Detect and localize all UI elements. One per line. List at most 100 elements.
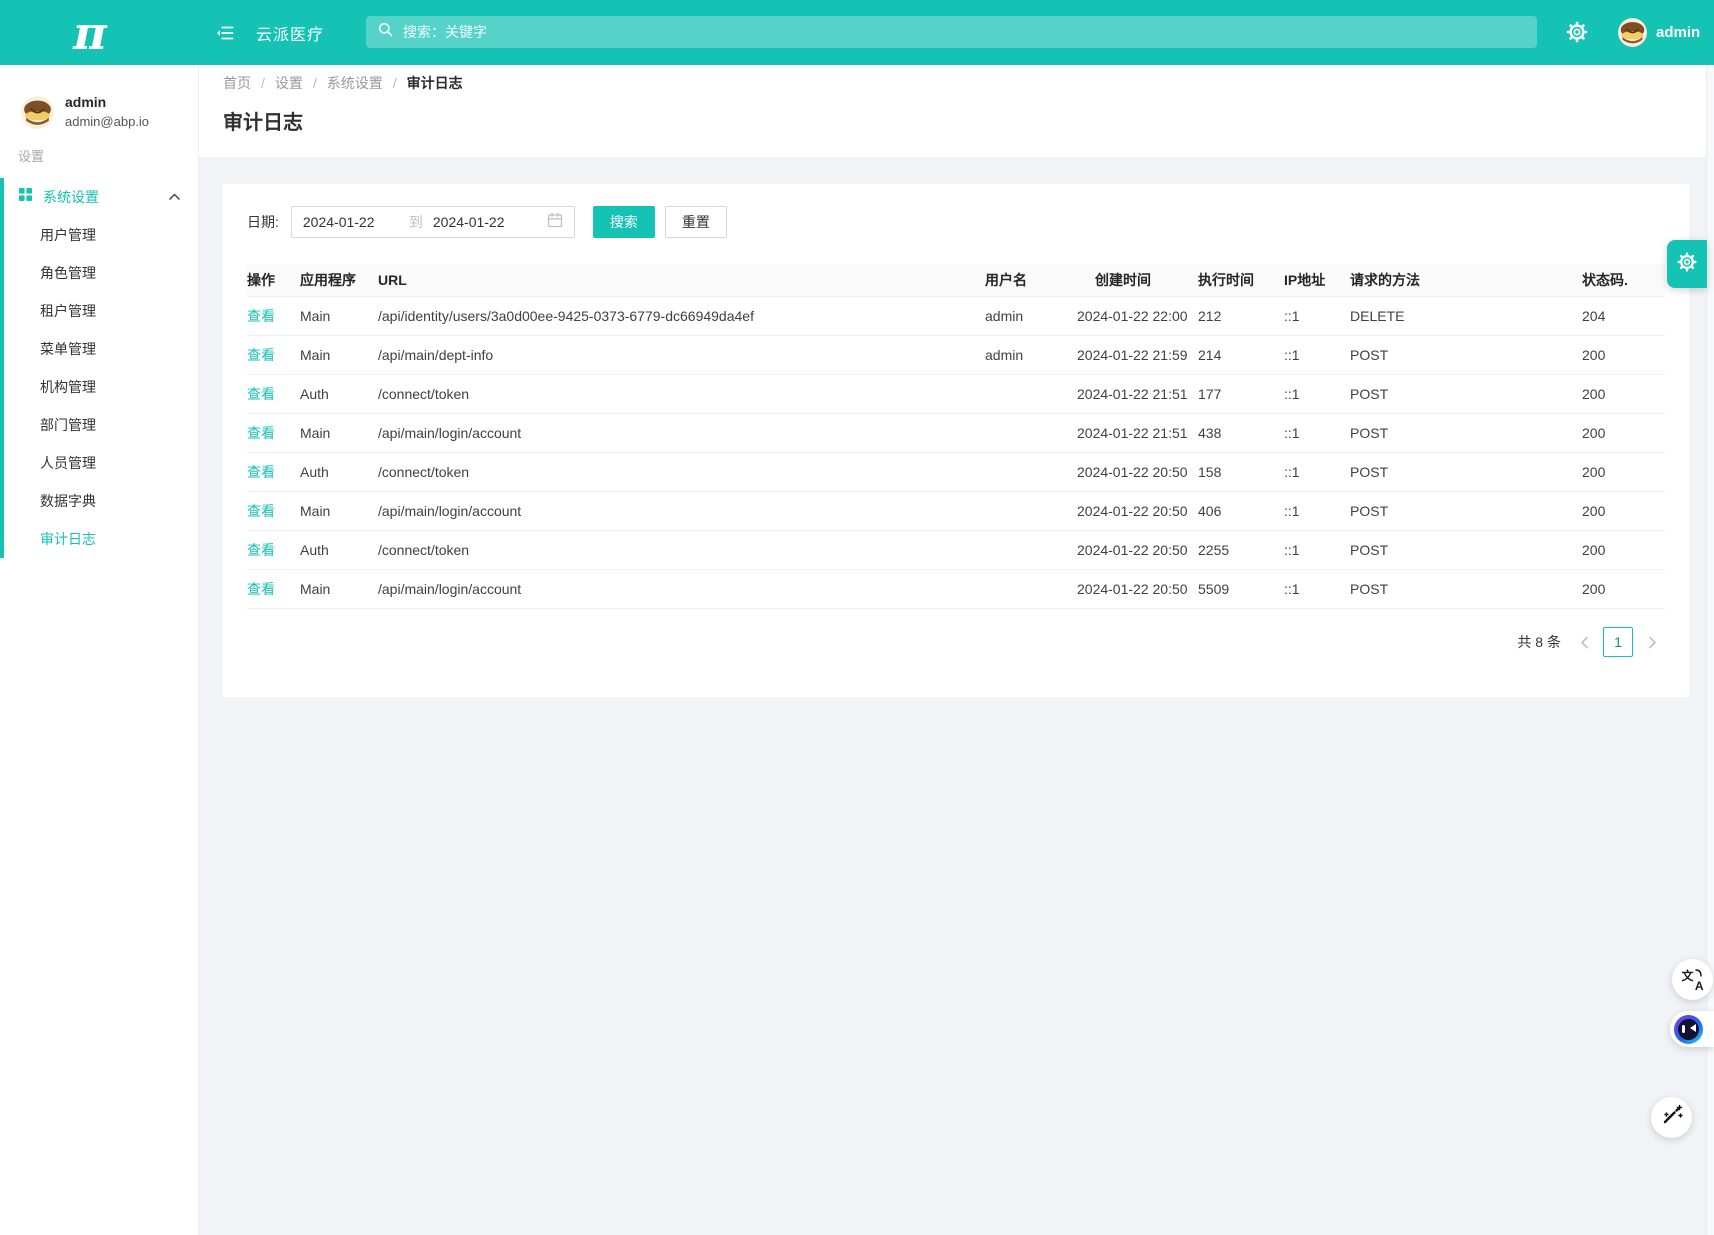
date-end-value[interactable]: 2024-01-22	[433, 214, 547, 230]
date-start-value[interactable]: 2024-01-22	[303, 214, 399, 230]
cell-method: POST	[1350, 453, 1582, 492]
sidebar-item-4[interactable]: 机构管理	[0, 368, 198, 406]
sidebar-avatar[interactable]	[21, 96, 54, 129]
cell-app: Auth	[300, 453, 378, 492]
cell-method: POST	[1350, 414, 1582, 453]
breadcrumb-item-0[interactable]: 首页	[223, 73, 251, 93]
cell-app: Main	[300, 336, 378, 375]
cell-app: Main	[300, 414, 378, 453]
view-log-link-5[interactable]: 查看	[247, 503, 275, 519]
page-header: 首页/设置/系统设置/审计日志 审计日志	[199, 65, 1714, 157]
breadcrumb-item-2[interactable]: 系统设置	[327, 73, 383, 93]
translate-button[interactable]: 文A	[1672, 959, 1713, 1000]
sidebar-item-6[interactable]: 人员管理	[0, 444, 198, 482]
cell-created: 2024-01-22 21:51	[1077, 414, 1198, 453]
sidebar-item-1[interactable]: 角色管理	[0, 254, 198, 292]
menu-fold-icon[interactable]	[216, 24, 234, 42]
cell-created: 2024-01-22 20:50	[1077, 453, 1198, 492]
cell-duration: 177	[1198, 375, 1284, 414]
table-row-7: 查看Main/api/main/login/account2024-01-22 …	[247, 570, 1665, 609]
column-header-4: 创建时间	[1077, 264, 1198, 297]
cell-url: /connect/token	[378, 375, 985, 414]
theme-settings-drawer-button[interactable]	[1667, 240, 1707, 288]
gear-icon	[1676, 251, 1698, 278]
header-avatar[interactable]	[1618, 18, 1647, 47]
sidebar-group-label: 系统设置	[43, 187, 99, 207]
view-log-link-0[interactable]: 查看	[247, 308, 275, 324]
breadcrumb-separator: /	[393, 73, 397, 93]
cell-user	[985, 492, 1077, 531]
ai-assistant-button[interactable]	[1670, 1011, 1714, 1047]
search-button[interactable]: 搜索	[593, 206, 655, 238]
breadcrumb-item-1[interactable]: 设置	[275, 73, 303, 93]
header-gear-icon[interactable]	[1565, 20, 1589, 44]
view-log-link-4[interactable]: 查看	[247, 464, 275, 480]
cell-created: 2024-01-22 22:00	[1077, 297, 1198, 336]
table-row-4: 查看Auth/connect/token2024-01-22 20:50158:…	[247, 453, 1665, 492]
cell-created: 2024-01-22 21:59	[1077, 336, 1198, 375]
cell-status: 200	[1582, 414, 1665, 453]
pagination-page-1[interactable]: 1	[1603, 627, 1633, 657]
cell-app: Main	[300, 297, 378, 336]
cell-ip: ::1	[1284, 453, 1350, 492]
view-log-link-2[interactable]: 查看	[247, 386, 275, 402]
chevron-right-icon[interactable]	[1639, 629, 1665, 655]
appstore-grid-icon	[18, 187, 33, 207]
cell-ip: ::1	[1284, 414, 1350, 453]
cell-created: 2024-01-22 20:50	[1077, 570, 1198, 609]
view-log-link-6[interactable]: 查看	[247, 542, 275, 558]
table-header-row: 操作应用程序URL用户名创建时间执行时间IP地址请求的方法状态码.	[247, 264, 1665, 297]
cell-user: admin	[985, 336, 1077, 375]
sidebar-item-7[interactable]: 数据字典	[0, 482, 198, 520]
cell-url: /api/main/login/account	[378, 492, 985, 531]
chevron-left-icon[interactable]	[1571, 629, 1597, 655]
view-log-link-3[interactable]: 查看	[247, 425, 275, 441]
sidebar-submenu: 用户管理角色管理租户管理菜单管理机构管理部门管理人员管理数据字典审计日志	[0, 216, 198, 558]
sidebar-group-system-settings[interactable]: 系统设置	[0, 178, 198, 216]
calendar-icon	[547, 212, 563, 233]
app-root: π 云派医疗	[0, 0, 1714, 1235]
magic-wand-icon	[1661, 1104, 1683, 1131]
cell-app: Auth	[300, 531, 378, 570]
table-row-1: 查看Main/api/main/dept-infoadmin2024-01-22…	[247, 336, 1665, 375]
app-title: 云派医疗	[256, 0, 324, 65]
chevron-up-icon	[169, 188, 180, 206]
table-row-3: 查看Main/api/main/login/account2024-01-22 …	[247, 414, 1665, 453]
view-log-link-7[interactable]: 查看	[247, 581, 275, 597]
cell-url: /connect/token	[378, 531, 985, 570]
sidebar-item-0[interactable]: 用户管理	[0, 216, 198, 254]
view-log-link-1[interactable]: 查看	[247, 347, 275, 363]
cell-app: Main	[300, 492, 378, 531]
breadcrumb-separator: /	[261, 73, 265, 93]
column-header-6: IP地址	[1284, 264, 1350, 297]
sidebar-user-email: admin@abp.io	[65, 113, 149, 131]
magic-wand-button[interactable]	[1651, 1097, 1692, 1138]
table-row-5: 查看Main/api/main/login/account2024-01-22 …	[247, 492, 1665, 531]
sidebar-item-8[interactable]: 审计日志	[0, 520, 198, 558]
search-input[interactable]	[401, 23, 1525, 41]
header-search[interactable]	[366, 16, 1537, 48]
sidebar-item-2[interactable]: 租户管理	[0, 292, 198, 330]
date-range-separator: 到	[399, 212, 433, 232]
date-range-picker[interactable]: 2024-01-22 到 2024-01-22	[291, 206, 575, 238]
audit-log-card: 日期: 2024-01-22 到 2024-01-22 搜索	[223, 184, 1689, 697]
cell-ip: ::1	[1284, 297, 1350, 336]
cell-ip: ::1	[1284, 570, 1350, 609]
cell-duration: 438	[1198, 414, 1284, 453]
cell-duration: 158	[1198, 453, 1284, 492]
sidebar-item-3[interactable]: 菜单管理	[0, 330, 198, 368]
cell-duration: 212	[1198, 297, 1284, 336]
column-header-5: 执行时间	[1198, 264, 1284, 297]
cell-duration: 2255	[1198, 531, 1284, 570]
cell-method: POST	[1350, 531, 1582, 570]
cell-method: POST	[1350, 375, 1582, 414]
column-header-2: URL	[378, 264, 985, 297]
header-username[interactable]: admin	[1656, 0, 1700, 65]
cell-status: 200	[1582, 336, 1665, 375]
scrollbar[interactable]	[1706, 65, 1714, 1235]
table-row-0: 查看 Main/api/identity/users/3a0d00ee-9425-…	[247, 297, 1665, 336]
table-row-6: 查看Auth/connect/token2024-01-22 20:502255…	[247, 531, 1665, 570]
reset-button[interactable]: 重置	[665, 206, 727, 238]
cell-url: /api/identity/users/3a0d00ee-9425-0373-6…	[378, 297, 985, 336]
sidebar-item-5[interactable]: 部门管理	[0, 406, 198, 444]
